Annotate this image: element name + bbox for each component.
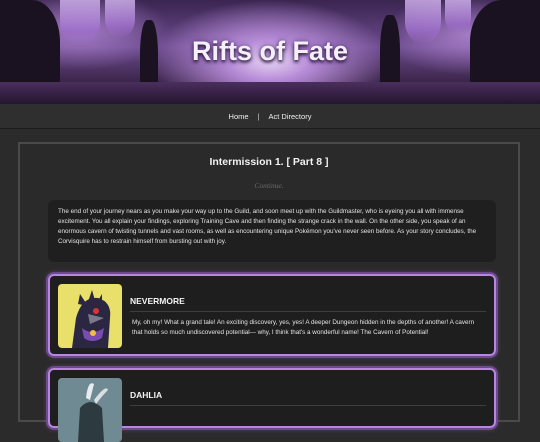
dahlia-portrait-icon [58, 378, 122, 442]
wisteria-cluster [105, 0, 135, 38]
narration-box: The end of your journey nears as you mak… [48, 200, 496, 262]
speaker-name: DAHLIA [130, 390, 163, 400]
dialog-box: DAHLIA [48, 368, 496, 442]
header-banner: Rifts of Fate [0, 0, 540, 104]
nav-link-home[interactable]: Home [229, 112, 249, 121]
ground [0, 82, 540, 104]
speech-text: My, oh my! What a grand tale! An excitin… [132, 319, 475, 336]
nav-separator: | [257, 111, 260, 121]
site-title: Rifts of Fate [191, 36, 348, 66]
nav-bar: Home | Act Directory [0, 104, 540, 129]
speaker-name: NEVERMORE [130, 296, 185, 306]
chapter-title: Intermission 1. [ Part 8 ] [209, 156, 329, 168]
dialog-box: NEVERMORE My, oh my! What a grand tale! … [48, 274, 496, 356]
continue-label: Continue. [254, 181, 284, 190]
wisteria-cluster [445, 0, 471, 34]
divider [130, 405, 486, 406]
corvisquire-portrait-icon [58, 284, 122, 348]
divider [130, 311, 486, 312]
chapter-panel: Intermission 1. [ Part 8 ] Continue. The… [18, 142, 520, 442]
nav-link-act-directory[interactable]: Act Directory [269, 112, 312, 121]
